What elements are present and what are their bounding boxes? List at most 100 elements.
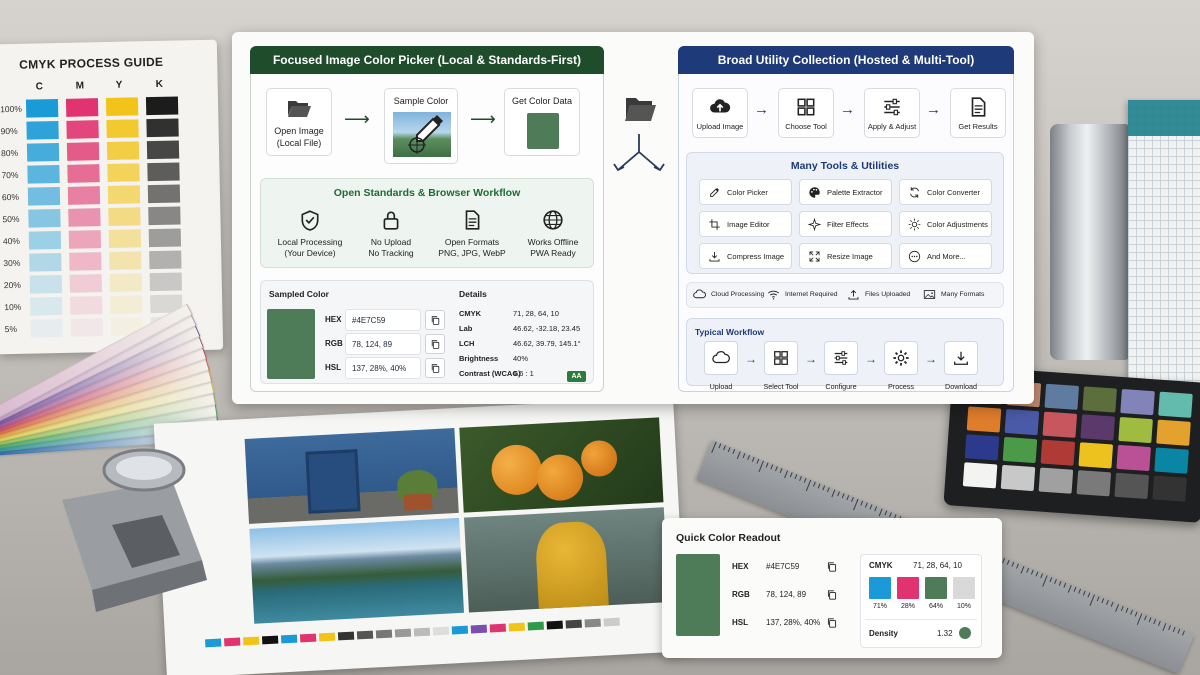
standard-item-l2: PWA Ready [530, 248, 576, 259]
standards-section: Open Standards & Browser Workflow Local … [260, 178, 594, 268]
feature-label: Files Uploaded [865, 291, 911, 298]
cmyk-swatch [148, 206, 181, 226]
checker-patch [964, 434, 1000, 461]
checker-patch [1080, 414, 1116, 441]
tool-button[interactable]: And More... [899, 243, 992, 269]
standard-item-l1: Works Offline [527, 237, 579, 247]
arrow-right-icon: ⟶ [344, 109, 370, 129]
ruler-tick [711, 441, 717, 453]
detail-value: 40% [513, 354, 529, 363]
cmyk-swatch [29, 252, 62, 272]
print-bar-patch [337, 631, 355, 641]
readout-value: 137, 28%, 40% [766, 618, 821, 627]
cmyk-swatch [147, 184, 181, 204]
workflow-step[interactable] [943, 341, 979, 381]
print-bar-patch [318, 632, 336, 642]
workflow-step[interactable] [883, 341, 919, 381]
step-sample-color[interactable]: Sample Color [384, 88, 458, 164]
notebook-band [1128, 100, 1200, 136]
tool-button[interactable]: Image Editor [699, 211, 792, 237]
cmyk-swatch [145, 96, 179, 116]
cmyk-swatch [67, 186, 101, 205]
print-bar-patch [299, 633, 317, 643]
checker-patch [1040, 439, 1076, 466]
upload-icon [848, 289, 859, 300]
density-value: 1.32 [937, 629, 953, 638]
tool-button[interactable]: Color Converter [899, 179, 992, 205]
tool-button[interactable]: Color Picker [699, 179, 792, 205]
copy-icon [431, 363, 439, 373]
readout-key: RGB [732, 590, 750, 599]
details-title: Details [459, 289, 487, 299]
hosted-step[interactable]: Choose Tool [778, 88, 834, 138]
tool-label: Palette Extractor [827, 187, 883, 197]
checker-patch [1038, 467, 1074, 494]
ruler-tick [1134, 611, 1138, 617]
workflow-step-label: Configure [825, 382, 857, 391]
print-bar-patch [451, 625, 469, 635]
ruler-tick [1148, 617, 1152, 623]
feature-label: Many Formats [941, 291, 985, 298]
copy-button[interactable] [826, 616, 838, 634]
ruler-tick [798, 475, 802, 481]
ruler-tick [817, 483, 821, 489]
density-label: Density [869, 629, 898, 638]
standard-item: No Upload No Tracking [352, 209, 430, 259]
cloud-upload-icon [710, 99, 731, 113]
tool-button[interactable]: Compress Image [699, 243, 792, 269]
ruler-tick [822, 485, 826, 491]
cmyk-percent-label: 70% [1, 169, 19, 181]
step-open-image[interactable]: Open Image (Local File) [266, 88, 332, 156]
ruler-tick [1025, 567, 1029, 573]
workflow-step[interactable] [763, 341, 799, 381]
tool-button[interactable]: Filter Effects [799, 211, 892, 237]
print-bar-patch [470, 624, 488, 634]
tool-button[interactable]: Resize Image [799, 243, 892, 269]
tool-button[interactable]: Color Adjustments [899, 211, 992, 237]
step-get-color-data[interactable]: Get Color Data [504, 88, 580, 156]
workflow-step[interactable] [823, 341, 859, 381]
copy-button[interactable] [425, 358, 445, 378]
photo-mountain-lake [249, 517, 465, 624]
checker-patch [1118, 416, 1153, 444]
hosted-step[interactable]: Apply & Adjust [864, 88, 920, 138]
ruler-tick [1042, 575, 1048, 587]
hosted-step[interactable]: Upload Image [692, 88, 748, 138]
ruler-tick [1101, 598, 1105, 604]
ruler-tick [1077, 588, 1081, 594]
hosted-step-label: Apply & Adjust [867, 122, 917, 131]
feature-label: Cloud Processing [711, 291, 765, 298]
ruler-tick [1153, 619, 1157, 625]
copy-button[interactable] [826, 560, 838, 578]
cmyk-swatch [108, 229, 142, 248]
folder-open-icon [288, 101, 311, 117]
cmyk-guide-title: CMYK PROCESS GUIDE [19, 54, 164, 72]
ruler-tick [789, 472, 793, 478]
copy-button[interactable] [425, 334, 445, 354]
ruler-tick [1129, 609, 1133, 615]
cmyk-swatch [147, 162, 180, 182]
checker-patch [1078, 442, 1114, 469]
workflow-section: Typical Workflow Upload → Select Tool → Co… [686, 318, 1004, 391]
copy-icon [827, 590, 837, 600]
hosted-step[interactable]: Get Results [950, 88, 1006, 138]
ruler-tick [1111, 601, 1114, 607]
tool-button[interactable]: Palette Extractor [799, 179, 892, 205]
ruler-tick [1020, 565, 1024, 574]
detail-value: 4.6 : 1 [513, 369, 534, 378]
ruler-tick [869, 504, 873, 510]
ruler-tick [758, 460, 764, 473]
arrow-right-icon: → [805, 352, 817, 366]
workflow-step-label: Select Tool [763, 382, 799, 391]
ruler-tick [723, 445, 727, 451]
print-bar-patch [261, 635, 279, 645]
copy-button[interactable] [826, 588, 838, 606]
copy-icon [827, 562, 837, 572]
ruler-tick [751, 456, 755, 462]
copy-button[interactable] [425, 310, 445, 330]
print-bar-patch [356, 630, 374, 640]
cmyk-col-m: M [75, 80, 85, 92]
ruler-tick [1082, 590, 1086, 596]
workflow-step[interactable] [703, 341, 739, 381]
cmyk-col-y: Y [115, 79, 123, 91]
